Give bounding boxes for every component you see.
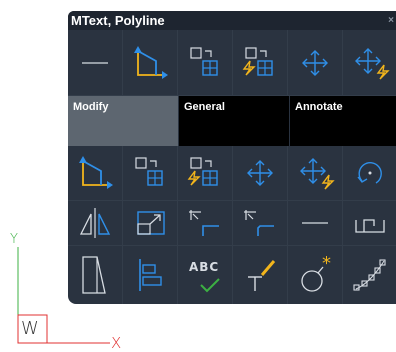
scale-tool[interactable] — [123, 201, 178, 246]
copy-tool[interactable] — [178, 30, 233, 96]
polyline-icon — [134, 45, 168, 79]
copy-icon — [190, 46, 218, 76]
copy-move-lightning-icon — [242, 46, 273, 76]
rotate-icon — [356, 162, 382, 184]
mirror-tool[interactable] — [68, 201, 123, 246]
explode-tool[interactable]: * — [288, 246, 343, 304]
fillet-tool[interactable] — [178, 201, 233, 246]
chamfer-tool[interactable] — [233, 201, 288, 246]
palette-titlebar[interactable]: MText, Polyline × — [68, 11, 396, 30]
close-icon[interactable]: × — [388, 11, 394, 30]
palette-title: MText, Polyline — [71, 13, 165, 28]
move-lightning-tool[interactable] — [343, 30, 396, 96]
ucs-x-label: X — [111, 334, 122, 352]
stretch-tool[interactable] — [343, 201, 396, 246]
polyline-icon — [79, 156, 113, 189]
copy-move-tool[interactable] — [233, 30, 288, 96]
hatch-tool[interactable] — [68, 246, 123, 304]
ucs-y-label: Y — [10, 232, 18, 247]
rotate-tool[interactable] — [343, 146, 396, 201]
move-lightning-icon — [354, 47, 390, 79]
copy-move-tool-2[interactable] — [178, 146, 233, 201]
abc-text: ABC — [189, 260, 219, 274]
fillet-icon — [189, 210, 219, 236]
explode-icon: * — [301, 253, 331, 292]
tab-general-label: General — [184, 101, 225, 113]
multileader-icon — [248, 260, 276, 291]
multileader-tool[interactable] — [233, 246, 288, 304]
line-tool-2[interactable] — [288, 201, 343, 246]
hatch-icon — [82, 256, 106, 294]
move-lightning-icon — [300, 158, 335, 190]
move-icon — [302, 49, 328, 76]
mirror-icon — [79, 208, 111, 238]
move-icon — [247, 160, 273, 186]
chamfer-icon — [244, 210, 274, 236]
copy-move-lightning-icon — [187, 157, 218, 186]
stretch-icon — [354, 219, 385, 233]
tab-annotate-label: Annotate — [295, 101, 343, 113]
array-path-tool[interactable] — [343, 246, 396, 304]
line-icon — [302, 222, 328, 224]
tool-palette: MText, Polyline × Modify General Annotat… — [68, 11, 396, 304]
move-tool-2[interactable] — [233, 146, 288, 201]
align-tool[interactable] — [123, 246, 178, 304]
line-icon — [82, 61, 108, 64]
move-tool[interactable] — [288, 30, 343, 96]
polyline-tool[interactable] — [123, 30, 178, 96]
move-lightning-tool-2[interactable] — [288, 146, 343, 201]
tab-modify-label: Modify — [73, 101, 109, 113]
copy-icon — [135, 157, 163, 186]
text-abc-check-icon: ABC — [189, 260, 220, 293]
polyline-tool-2[interactable] — [68, 146, 123, 201]
text-tool[interactable]: ABC — [178, 246, 233, 304]
copy-tool-2[interactable] — [123, 146, 178, 201]
svg-text:*: * — [322, 253, 331, 274]
tab-modify[interactable]: Modify — [68, 96, 178, 146]
tab-annotate[interactable]: Annotate — [290, 96, 396, 146]
scale-icon — [137, 211, 165, 235]
align-icon — [139, 259, 162, 291]
ucs-w-label: W — [21, 318, 39, 339]
line-tool[interactable] — [68, 30, 123, 96]
tab-general[interactable]: General — [179, 96, 289, 146]
array-path-icon — [352, 259, 386, 291]
